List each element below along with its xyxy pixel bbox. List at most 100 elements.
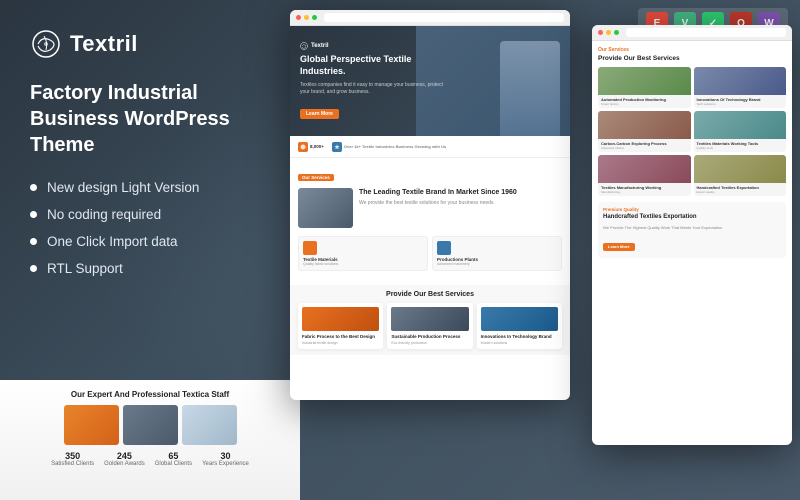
logo-area: Textril — [30, 28, 270, 60]
star-icon — [332, 142, 342, 152]
right-card-1: Automated Production Monitoring Smart fa… — [598, 67, 691, 108]
hero-logo-icon — [300, 42, 308, 50]
main-container: Textril Factory Industrial Business Word… — [0, 0, 800, 500]
right-final-label: Premium Quality — [603, 207, 781, 212]
right-card-3: Carbon-Carbon Exploring Process Advanced… — [598, 111, 691, 152]
service-card-title-2: Sustainable Production Process — [391, 334, 468, 339]
bullet-3 — [30, 238, 37, 245]
stat-badge-2: Over 1k+ Textile Industries Business Gro… — [332, 142, 446, 152]
features-list: New design Light Version No coding requi… — [30, 180, 270, 276]
right-panel: E V ✓ Q W — [300, 0, 800, 500]
browser-url-bar — [324, 13, 564, 22]
bullet-4 — [30, 265, 37, 272]
section-desc-1: We provide the best textile solutions fo… — [359, 200, 562, 208]
right-mockup: Our Services Provide Our Best Services A… — [592, 25, 792, 445]
feature-item-4: RTL Support — [30, 261, 270, 276]
right-section-title: Provide Our Best Services — [598, 55, 786, 63]
browser-dot-yellow — [304, 15, 309, 20]
mini-cards: Textile Materials Quality fabric solutio… — [298, 236, 562, 271]
browser-dot-yellow-r — [606, 30, 611, 35]
service-card-img-3 — [481, 307, 558, 331]
browser-bar-center — [290, 10, 570, 26]
bottom-stats: 350 Satisfied Clients 245 Golden Awards … — [12, 451, 288, 467]
mini-card-icon-1 — [303, 241, 317, 255]
service-card-sub-2: Eco-friendly production — [391, 341, 468, 345]
stat-years: 30 Years Experience — [202, 451, 249, 467]
right-final-cta-button[interactable]: Learn More — [603, 243, 635, 251]
service-card-sub-1: Industrial textile design — [302, 341, 379, 345]
mini-card-2: Productions Plants Advanced machinery — [432, 236, 562, 271]
services-section: Provide Our Best Services Fabric Process… — [290, 285, 570, 355]
bottom-preview-images — [12, 405, 288, 445]
browser-url-bar-r — [626, 28, 786, 37]
stat-clients: 350 Satisfied Clients — [51, 451, 94, 467]
service-card-img-1 — [302, 307, 379, 331]
right-section-label: Our Services — [598, 47, 786, 53]
service-card-title-1: Fabric Process to the Best Design — [302, 334, 379, 339]
feature-item-3: One Click Import data — [30, 234, 270, 249]
logo-text: Textril — [70, 31, 138, 57]
thumb-2 — [123, 405, 178, 445]
section-title-1: The Leading Textile Brand In Market Sinc… — [359, 188, 562, 197]
right-card-img-5 — [598, 155, 691, 183]
right-card-img-2 — [694, 67, 787, 95]
hero-section: Textril Global Perspective Textile Indus… — [290, 26, 570, 136]
right-card-img-6 — [694, 155, 787, 183]
service-card-2: Sustainable Production Process Eco-frien… — [387, 303, 472, 349]
center-mockup: Textril Global Perspective Textile Indus… — [290, 10, 570, 400]
stat-badge-1: 8,000+ — [298, 142, 324, 152]
bullet-2 — [30, 211, 37, 218]
service-card-sub-3: Modern solutions — [481, 341, 558, 345]
services-cards: Fabric Process to the Best Design Indust… — [298, 303, 562, 349]
feature-item-2: No coding required — [30, 207, 270, 222]
thumb-3 — [182, 405, 237, 445]
bottom-preview-title: Our Expert And Professional Textica Staf… — [12, 390, 288, 399]
mini-card-icon-2 — [437, 241, 451, 255]
hero-logo: Textril — [300, 42, 443, 50]
hero-title: Global Perspective Textile Industries. — [300, 54, 443, 77]
service-card-1: Fabric Process to the Best Design Indust… — [298, 303, 383, 349]
right-cards-grid: Automated Production Monitoring Smart fa… — [598, 67, 786, 196]
satisfied-clients-text: 8,000+ — [310, 144, 324, 149]
browser-dot-red-r — [598, 30, 603, 35]
bullet-1 — [30, 184, 37, 191]
stats-bar: 8,000+ Over 1k+ Textile Industries Busin… — [290, 136, 570, 158]
section-row-1: The Leading Textile Brand In Market Sinc… — [298, 188, 562, 228]
right-card-6: Handcrafted Textiles Exportation Export … — [694, 155, 787, 196]
right-card-2: Innovations Of Technology Brand Tech sol… — [694, 67, 787, 108]
section-label: Our Services — [298, 174, 334, 181]
stat-badge-2-text: Over 1k+ Textile Industries Business Gro… — [344, 144, 446, 149]
hero-person-image — [500, 41, 560, 136]
bottom-preview-strip: Our Expert And Professional Textica Staf… — [0, 380, 300, 500]
right-card-img-3 — [598, 111, 691, 139]
right-final-title: Handcrafted Textiles Exportation — [603, 214, 781, 222]
browser-bar-right — [592, 25, 792, 41]
yarn-icon — [30, 28, 62, 60]
service-card-title-3: Innovations In Technology Brand — [481, 334, 558, 339]
right-card-img-4 — [694, 111, 787, 139]
hero-logo-text: Textril — [311, 43, 329, 49]
right-final-text: We Provide The Highest Quality Work That… — [603, 225, 781, 231]
browser-dot-red — [296, 15, 301, 20]
mini-card-sub-2: Advanced machinery — [437, 262, 557, 266]
services-title: Provide Our Best Services — [298, 291, 562, 298]
browser-dot-green-r — [614, 30, 619, 35]
right-card-5: Textiles Manufacturing Working Manufactu… — [598, 155, 691, 196]
stat-global: 65 Global Clients — [155, 451, 192, 467]
mini-card-1: Textile Materials Quality fabric solutio… — [298, 236, 428, 271]
hero-content: Textril Global Perspective Textile Indus… — [300, 42, 443, 119]
product-title: Factory Industrial Business WordPress Th… — [30, 80, 270, 158]
service-card-3: Innovations In Technology Brand Modern s… — [477, 303, 562, 349]
right-card-4: Textiles Materials Working Tools Quality… — [694, 111, 787, 152]
stat-awards: 245 Golden Awards — [104, 451, 145, 467]
hero-cta-button[interactable]: Learn More — [300, 109, 339, 119]
mini-card-sub-1: Quality fabric solutions — [303, 262, 423, 266]
section-img-1 — [298, 188, 353, 228]
feature-item-1: New design Light Version — [30, 180, 270, 195]
left-panel: Textril Factory Industrial Business Word… — [0, 0, 300, 500]
right-mock-section: Our Services Provide Our Best Services A… — [592, 41, 792, 264]
service-card-img-2 — [391, 307, 468, 331]
right-card-img-1 — [598, 67, 691, 95]
section-text-1: The Leading Textile Brand In Market Sinc… — [359, 188, 562, 228]
award-icon — [298, 142, 308, 152]
